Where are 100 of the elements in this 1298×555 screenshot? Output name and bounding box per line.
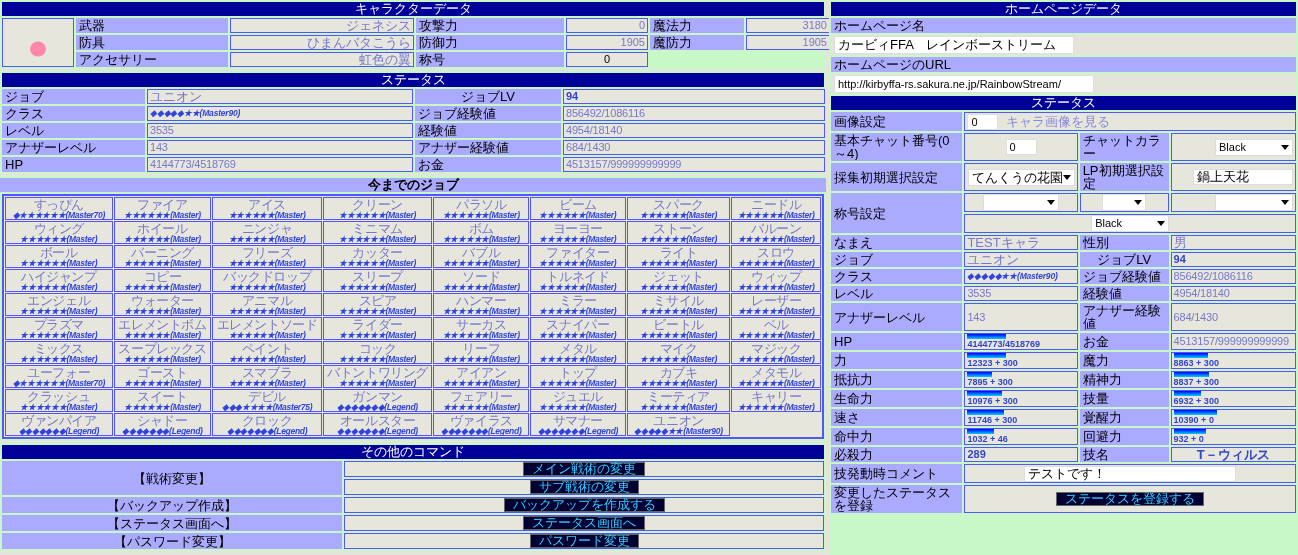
job-rank: ★★★★★★(Master)	[227, 211, 307, 219]
dropdown[interactable]: Black	[1091, 215, 1170, 232]
job-name: ミサイル	[653, 294, 704, 307]
field-label: お金	[415, 157, 561, 172]
job-name: アイアン	[455, 366, 507, 379]
job-rank: ★★★★★★(Master)	[441, 235, 521, 243]
field-label: 称号	[416, 52, 564, 67]
job-name: ソード	[462, 270, 501, 283]
job-rank: ◆◆◆◆◆★★(Master90)	[633, 427, 724, 435]
job-name: コピー	[143, 270, 182, 283]
job-name: フリーズ	[241, 246, 293, 259]
field-value: 856492/1086116	[1170, 269, 1296, 284]
dropdown[interactable]: Black	[1215, 138, 1293, 156]
job-name: スープレックス	[117, 342, 208, 355]
input-field[interactable]: http://kirbyffa-rs.sakura.ne.jp/RainbowStream/	[834, 75, 1094, 93]
job-rank: ★★★★★★(Master)	[338, 211, 418, 219]
command-label: 【バックアップ作成】	[2, 497, 342, 513]
input-field[interactable]: 鍋上天花	[1193, 169, 1293, 185]
field-label: 性別	[1079, 235, 1169, 250]
job-name: スイート	[137, 390, 188, 403]
job-name: カブキ	[659, 366, 698, 379]
job-name: サーカス	[456, 318, 507, 331]
dropdown[interactable]	[1102, 194, 1147, 211]
job-name: クリーン	[352, 198, 403, 211]
job-rank: ★★★★★★(Master)	[736, 211, 816, 219]
stat-value: 4144773/4518769	[967, 339, 1041, 349]
job-rank: ◆◆◆◆◆◆◆(Legend)	[336, 427, 419, 435]
job-rank: ★★★★★★(Master)	[122, 211, 202, 219]
job-rank: ◆◆◆◆◆◆◆(Legend)	[536, 427, 620, 435]
job-rank: ★★★★★★(Master)	[227, 283, 306, 291]
field-label: 精神力	[1079, 371, 1169, 388]
field-value: 1905	[746, 35, 830, 50]
field-value: 1905	[566, 35, 648, 50]
job-rank: ◆◆◆◆◆◆◆(Legend)	[121, 427, 204, 435]
job-name: ハイジャンプ	[20, 270, 99, 283]
job-rank: ★★★★★★(Master)	[19, 331, 99, 339]
caret-icon	[1157, 221, 1166, 226]
input-field[interactable]: 0	[1005, 139, 1037, 155]
caret-icon	[1281, 144, 1289, 150]
field-label: 経験値	[415, 123, 561, 138]
command-button[interactable]: バックアップを作成する	[503, 498, 665, 512]
job-name: キャリー	[750, 390, 802, 403]
job-name: ライダー	[352, 318, 403, 331]
job-rank: ★★★★★★(Master)	[227, 379, 307, 387]
input-field[interactable]: 0	[967, 113, 999, 130]
job-name: メタモル	[750, 366, 802, 379]
job-rank: ★★★★★★(Master)	[441, 307, 521, 315]
field-value: ひまんバタこうら	[230, 35, 414, 50]
job-rank: ★★★★★★(Master)	[639, 379, 718, 387]
job-rank: ★★★★★★(Master)	[338, 331, 418, 339]
register-button[interactable]: ステータスを登録する	[1056, 492, 1205, 506]
job-name: ボール	[39, 246, 78, 259]
caret-icon	[1062, 174, 1071, 180]
job-name: シャドー	[137, 414, 188, 427]
field-label: クラス	[831, 269, 963, 284]
job-name: ホイール	[137, 222, 188, 235]
job-name: ハンマー	[456, 294, 507, 307]
job-name: フェアリー	[449, 390, 513, 403]
job-rank: ★★★★★★(Master)	[338, 379, 417, 387]
field-value: T－ウィルス	[1170, 447, 1296, 462]
command-button[interactable]: ステータス画面へ	[523, 516, 645, 530]
job-name: クラッシュ	[27, 390, 91, 403]
field-label: 技発動時コメント	[831, 464, 963, 483]
job-name: クロック	[241, 414, 293, 427]
stat-value: 12323 + 300	[967, 358, 1019, 368]
job-name: プラズマ	[33, 318, 84, 331]
command-label: 【戦術変更】	[2, 461, 342, 495]
job-name: マジック	[750, 342, 802, 355]
job-rank: ★★★★★★(Master)	[538, 307, 618, 315]
input-field[interactable]: テストです！	[1024, 465, 1237, 482]
job-name: オールスター	[339, 414, 416, 427]
field-value: 856492/1086116	[563, 106, 825, 121]
field-label: 魔力	[1079, 352, 1169, 369]
job-rank: ★★★★★★(Master)	[441, 259, 521, 267]
field-label: レベル	[2, 123, 145, 138]
field-value: 3535	[147, 123, 413, 138]
job-rank: ★★★★★★(Master)	[639, 355, 718, 363]
stat-value: 1032 + 46	[967, 434, 1009, 444]
job-rank: ★★★★★★(Master)	[538, 259, 618, 267]
job-rank: ★★★★★★(Master)	[122, 235, 202, 243]
job-rank: ★★★★★★(Master)	[639, 307, 718, 315]
field-label: なまえ	[831, 235, 963, 250]
job-rank: ★★★★★★(Master)	[736, 283, 816, 291]
dropdown[interactable]: てんくうの花園	[967, 168, 1075, 186]
job-rank: ★★★★★★(Master)	[227, 235, 307, 243]
stat-value: 10976 + 300	[967, 396, 1019, 406]
job-name: バトントワリング	[326, 366, 430, 379]
field-label: レベル	[831, 286, 963, 301]
command-button[interactable]: パスワード変更	[529, 534, 639, 548]
job-name: エレメントボム	[117, 318, 208, 331]
job-name: アニマル	[241, 294, 293, 307]
command-button[interactable]: メイン戦術の変更	[523, 462, 645, 476]
job-rank: ★★★★★★(Master)	[441, 211, 521, 219]
input-field[interactable]: カービィFFA レインボーストリーム	[834, 36, 1074, 54]
field-value: 94	[563, 89, 825, 104]
command-button[interactable]: サブ戦術の変更	[529, 480, 639, 494]
job-name: ジェット	[653, 270, 704, 283]
stat-value: 8837 + 300	[1173, 377, 1220, 387]
field-value: 684/1430	[563, 140, 825, 155]
field-label: HP	[831, 333, 963, 350]
